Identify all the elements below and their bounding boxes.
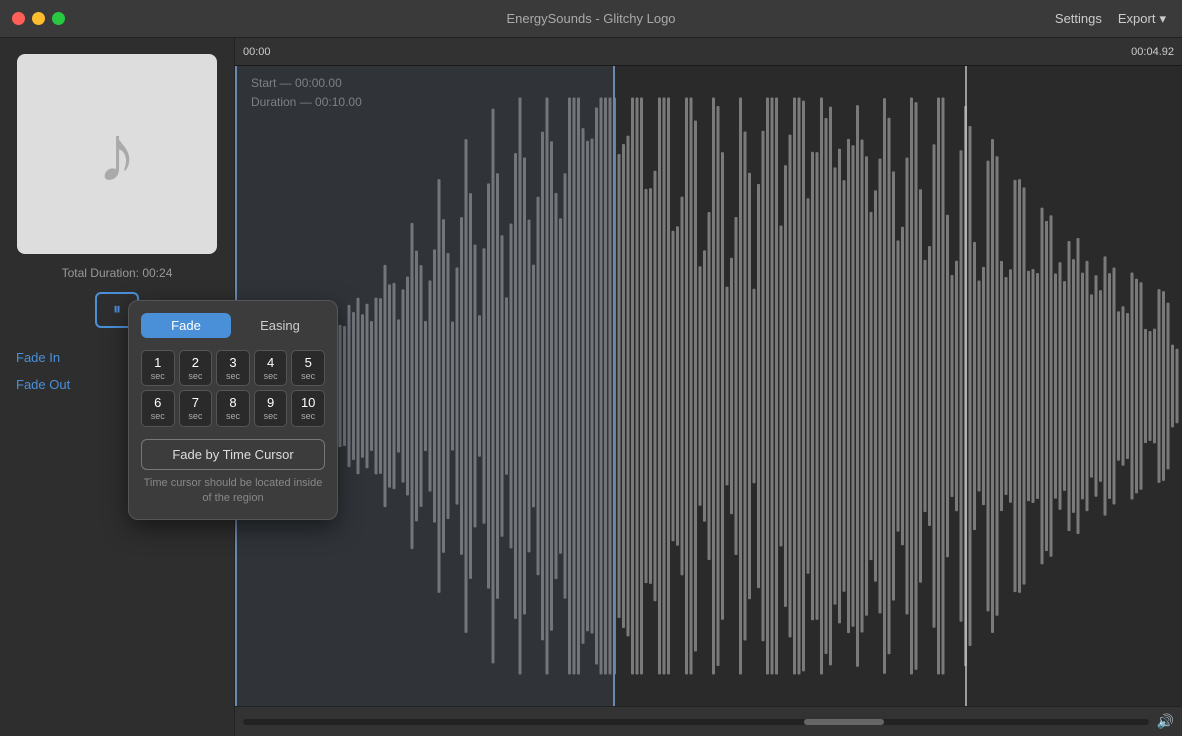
traffic-lights: [12, 12, 65, 25]
popup-hint: Time cursor should be located inside of …: [141, 476, 325, 507]
scrollbar-thumb[interactable]: [804, 719, 884, 725]
minimize-button[interactable]: [32, 12, 45, 25]
sec-btn-9[interactable]: 9 sec: [254, 390, 288, 426]
time-label-end: 00:04.92: [1131, 46, 1174, 58]
sec-btn-4[interactable]: 4 sec: [254, 350, 288, 386]
scrollbar-track[interactable]: [243, 719, 1149, 725]
scrollbar-area[interactable]: 🔊: [235, 706, 1182, 736]
export-button[interactable]: Export ▾: [1118, 11, 1166, 27]
left-panel: ♪ Total Duration: 00:24 ⏸ Fade In N › Fa…: [0, 38, 235, 736]
sec-btn-6[interactable]: 6 sec: [141, 390, 175, 426]
fade-out-label: Fade Out: [16, 377, 70, 392]
volume-icon: 🔊: [1157, 713, 1174, 730]
fade-in-label: Fade In: [16, 350, 60, 365]
right-panel: 00:00 00:04.92 Start — 00:00.00 Duration…: [235, 38, 1182, 736]
music-note-icon: ♪: [97, 108, 137, 200]
sec-grid: 1 sec 2 sec 3 sec 4 sec 5 sec: [141, 350, 325, 427]
tab-easing[interactable]: Easing: [235, 313, 325, 338]
fade-by-time-cursor-button[interactable]: Fade by Time Cursor: [141, 439, 325, 470]
sec-btn-1[interactable]: 1 sec: [141, 350, 175, 386]
sec-btn-8[interactable]: 8 sec: [216, 390, 250, 426]
window-title: EnergySounds - Glitchy Logo: [506, 11, 675, 26]
settings-button[interactable]: Settings: [1055, 11, 1102, 26]
maximize-button[interactable]: [52, 12, 65, 25]
total-duration: Total Duration: 00:24: [62, 266, 173, 280]
fade-popup: Fade Easing 1 sec 2 sec 3 sec 4: [128, 300, 338, 520]
sec-btn-3[interactable]: 3 sec: [216, 350, 250, 386]
sec-btn-10[interactable]: 10 sec: [291, 390, 325, 426]
tab-fade[interactable]: Fade: [141, 313, 231, 338]
main-layout: ♪ Total Duration: 00:24 ⏸ Fade In N › Fa…: [0, 38, 1182, 736]
pause-icon: ⏸: [113, 301, 121, 319]
titlebar-actions: Settings Export ▾: [1055, 11, 1166, 27]
time-label-start: 00:00: [243, 46, 271, 58]
sec-btn-7[interactable]: 7 sec: [179, 390, 213, 426]
playhead: [965, 66, 967, 706]
waveform-area[interactable]: [235, 66, 1182, 706]
sec-btn-5[interactable]: 5 sec: [291, 350, 325, 386]
timeline-bar: 00:00 00:04.92: [235, 38, 1182, 66]
album-art: ♪: [17, 54, 217, 254]
popup-tabs: Fade Easing: [141, 313, 325, 338]
titlebar: EnergySounds - Glitchy Logo Settings Exp…: [0, 0, 1182, 38]
sec-btn-2[interactable]: 2 sec: [179, 350, 213, 386]
close-button[interactable]: [12, 12, 25, 25]
